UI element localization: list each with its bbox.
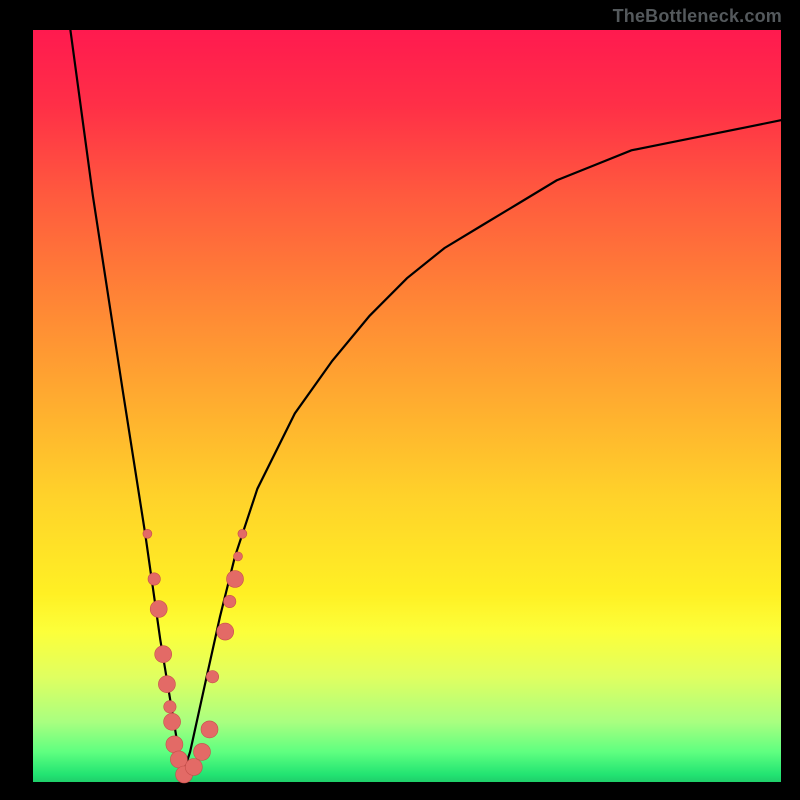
outer-frame: TheBottleneck.com: [0, 0, 800, 800]
marker-dot: [164, 713, 181, 730]
marker-dot: [234, 552, 243, 561]
marker-dot: [164, 701, 176, 713]
marker-dot: [227, 571, 244, 588]
marker-dot: [166, 736, 183, 753]
marker-dot: [224, 595, 236, 607]
marker-dot: [201, 721, 218, 738]
marker-dot: [150, 601, 167, 618]
marker-dot: [238, 529, 247, 538]
marker-dot: [206, 671, 218, 683]
marker-dot: [158, 676, 175, 693]
marker-dot: [217, 623, 234, 640]
chart-svg: [0, 0, 800, 800]
marker-dot: [148, 573, 160, 585]
marker-dot: [170, 751, 187, 768]
marker-dot: [155, 646, 172, 663]
marker-dot: [194, 743, 211, 760]
bottleneck-curve: [70, 30, 781, 775]
marker-dot: [143, 529, 152, 538]
marker-dot: [185, 759, 202, 776]
